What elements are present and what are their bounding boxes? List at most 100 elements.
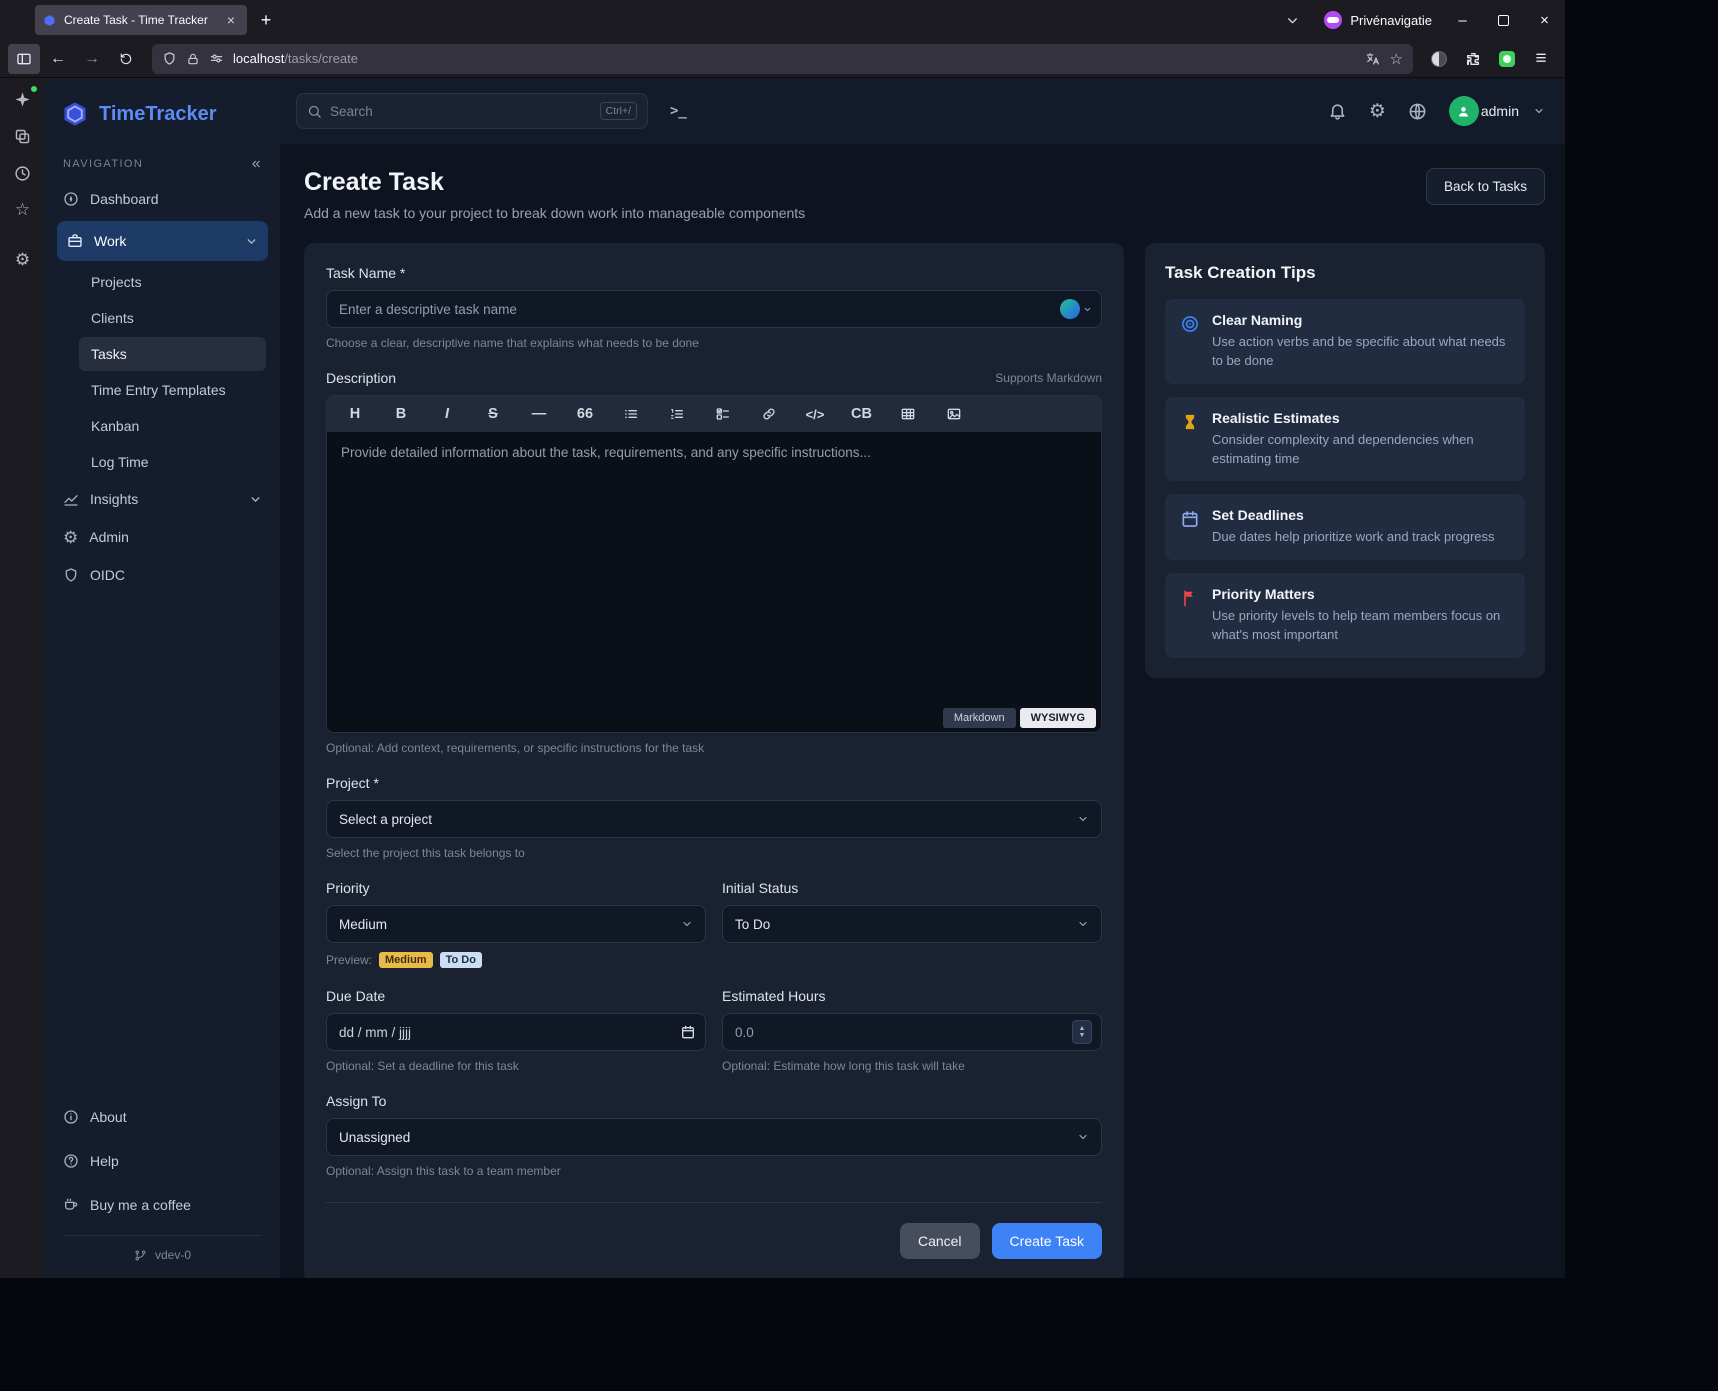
bullet-list-button[interactable] (621, 406, 641, 422)
sidebar-item-label: Projects (91, 274, 142, 290)
wysiwyg-mode-button[interactable]: WYSIWYG (1020, 708, 1096, 728)
tip-text: Use priority levels to help team members… (1212, 607, 1510, 645)
history-clock-icon[interactable] (12, 162, 34, 184)
sidebar-item-projects[interactable]: Projects (45, 264, 280, 300)
link-icon (761, 406, 777, 422)
inline-code-button[interactable]: </> (805, 407, 825, 422)
chevron-down-icon (1533, 105, 1545, 117)
search-box[interactable]: Ctrl+/ (296, 93, 648, 129)
image-button[interactable] (944, 406, 964, 422)
chevron-down-icon[interactable] (1083, 305, 1092, 314)
sidebar-item-label: Time Entry Templates (91, 382, 226, 398)
task-name-input[interactable] (326, 290, 1102, 328)
italic-button[interactable]: I (437, 406, 457, 422)
sidebar-item-about[interactable]: About (45, 1095, 280, 1139)
maximize-button[interactable] (1483, 0, 1524, 40)
sidebar-item-label: Buy me a coffee (90, 1197, 191, 1213)
settings-gear-icon[interactable]: ⚙ (1369, 102, 1386, 121)
globe-icon[interactable] (1408, 102, 1427, 121)
sidebar-item-clients[interactable]: Clients (45, 300, 280, 336)
strikethrough-button[interactable]: S (483, 406, 503, 422)
ai-chat-icon[interactable] (12, 88, 34, 110)
bookmark-star-icon[interactable]: ☆ (1390, 50, 1403, 68)
bookmarks-star-icon[interactable]: ☆ (12, 199, 34, 221)
numbered-list-button[interactable] (667, 406, 687, 422)
sidebar-item-log-time[interactable]: Log Time (45, 444, 280, 480)
sidebar-item-dashboard[interactable]: Dashboard (45, 180, 280, 218)
assign-to-label: Assign To (326, 1093, 1102, 1109)
sidebar-collapse-icon[interactable]: « (252, 156, 262, 172)
sidebar-item-admin[interactable]: ⚙ Admin (45, 518, 280, 556)
help-icon (63, 1153, 79, 1169)
task-list-button[interactable] (713, 406, 733, 422)
horizontal-rule-button[interactable]: — (529, 406, 549, 422)
create-task-button[interactable]: Create Task (992, 1223, 1102, 1259)
webpage: TimeTracker NAVIGATION « Dashboard (45, 78, 1565, 1278)
permissions-sliders-icon[interactable] (209, 51, 224, 66)
sidebar-toggle-button[interactable] (8, 44, 40, 74)
bold-button[interactable]: B (391, 406, 411, 422)
sidebar-item-oidc[interactable]: OIDC (45, 556, 280, 594)
back-to-tasks-button[interactable]: Back to Tasks (1426, 168, 1545, 205)
extensions-puzzle-icon[interactable] (1457, 44, 1489, 74)
assign-to-select[interactable]: Unassigned (326, 1118, 1102, 1156)
reload-button[interactable] (110, 44, 142, 74)
tab-close-icon[interactable]: × (223, 12, 239, 28)
sidebar-item-label: Tasks (91, 346, 127, 362)
extension-green-icon[interactable] (1491, 44, 1523, 74)
description-field: Description Supports Markdown H B I S (326, 370, 1102, 755)
private-browsing-badge: Privénavigatie (1324, 11, 1432, 29)
sidebar-item-work[interactable]: Work (57, 221, 268, 261)
menu-button[interactable]: ≡ (1525, 44, 1557, 74)
cancel-button[interactable]: Cancel (900, 1223, 980, 1259)
priority-label: Priority (326, 880, 706, 896)
extension-darkreader-icon[interactable] (1423, 44, 1455, 74)
description-textarea[interactable] (327, 432, 1101, 732)
autofill-extension-icon[interactable] (1060, 299, 1080, 319)
back-button[interactable]: ← (42, 44, 74, 74)
markdown-mode-button[interactable]: Markdown (943, 708, 1016, 728)
heading-button[interactable]: H (345, 406, 365, 422)
new-tab-button[interactable]: + (251, 5, 281, 35)
list-all-tabs-icon[interactable] (1278, 6, 1306, 34)
browser-toolbar: ← → localhost/tasks/create ☆ ≡ (0, 40, 1565, 78)
forward-button[interactable]: → (76, 44, 108, 74)
tip-title: Realistic Estimates (1212, 410, 1510, 426)
collections-icon[interactable] (12, 125, 34, 147)
priority-select[interactable]: Medium (326, 905, 706, 943)
table-button[interactable] (898, 406, 918, 422)
rail-settings-icon[interactable]: ⚙ (12, 248, 34, 270)
version-row: vdev-0 (45, 1236, 280, 1278)
sidebar-item-buy-me-a-coffee[interactable]: Buy me a coffee (45, 1183, 280, 1227)
coffee-icon (63, 1197, 79, 1213)
browser-tab[interactable]: Create Task - Time Tracker × (35, 5, 247, 35)
close-button[interactable]: × (1524, 0, 1565, 40)
project-select[interactable]: Select a project (326, 800, 1102, 838)
terminal-icon[interactable]: >_ (670, 103, 687, 119)
number-stepper[interactable]: ▲▼ (1072, 1020, 1092, 1044)
sidebar-item-kanban[interactable]: Kanban (45, 408, 280, 444)
notifications-bell-icon[interactable] (1328, 102, 1347, 121)
priority-field: Priority Medium (326, 880, 706, 943)
calendar-icon[interactable] (680, 1024, 696, 1040)
link-button[interactable] (759, 406, 779, 422)
sidebar-item-help[interactable]: Help (45, 1139, 280, 1183)
lock-icon[interactable] (186, 52, 200, 66)
browser-window: Create Task - Time Tracker × + Privénavi… (0, 0, 1565, 1278)
due-date-input[interactable] (326, 1013, 706, 1051)
search-input[interactable] (330, 104, 592, 119)
sidebar-item-time-entry-templates[interactable]: Time Entry Templates (45, 372, 280, 408)
tracking-shield-icon[interactable] (162, 51, 177, 66)
sidebar-item-insights[interactable]: Insights (45, 480, 280, 518)
chevron-down-icon (245, 235, 258, 248)
blockquote-button[interactable]: 66 (575, 406, 595, 422)
user-menu[interactable]: admin (1449, 96, 1545, 126)
minimize-button[interactable]: – (1442, 0, 1483, 40)
estimated-hours-label: Estimated Hours (722, 988, 1102, 1004)
sidebar-item-tasks[interactable]: Tasks (79, 337, 266, 371)
url-bar[interactable]: localhost/tasks/create ☆ (152, 44, 1413, 74)
translate-icon[interactable] (1365, 51, 1381, 67)
status-select[interactable]: To Do (722, 905, 1102, 943)
code-block-button[interactable]: CB (851, 406, 872, 422)
estimated-hours-input[interactable] (722, 1013, 1102, 1051)
